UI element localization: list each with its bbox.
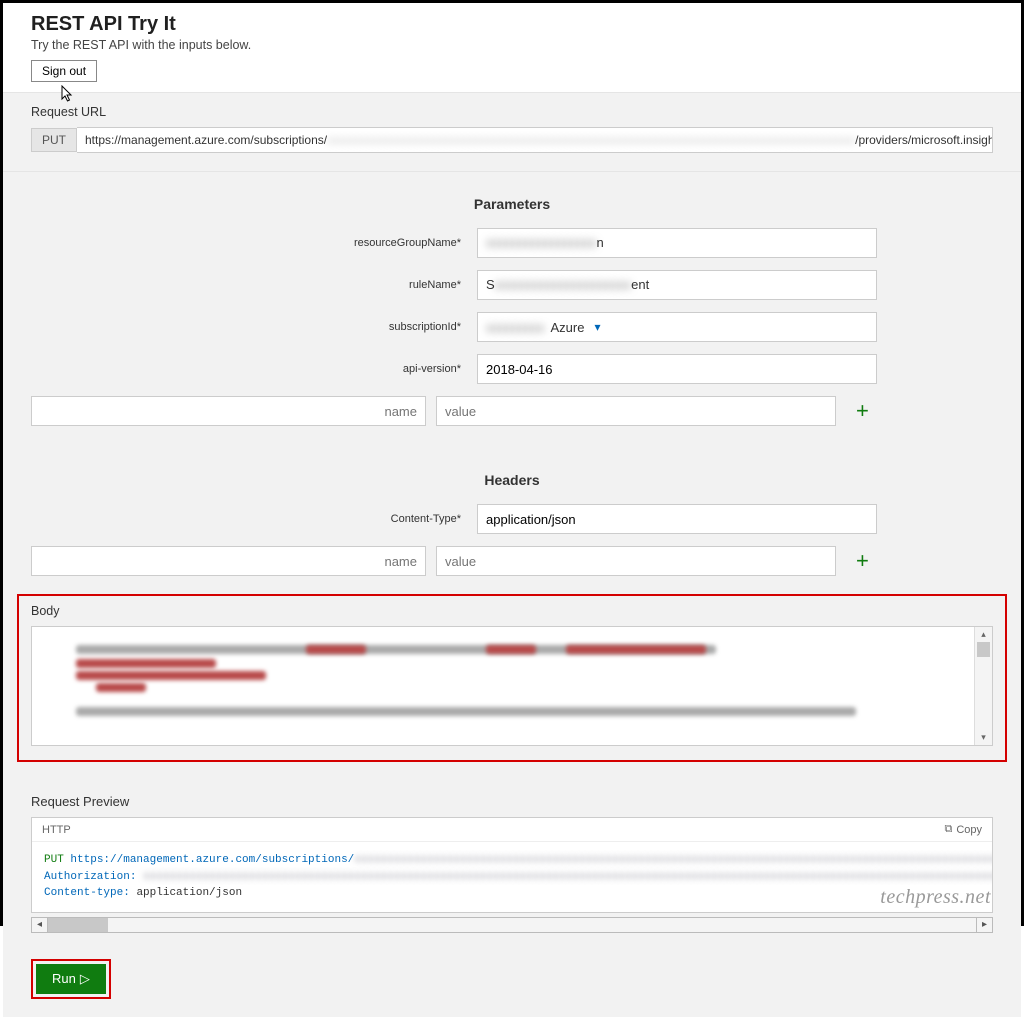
param-input-rulename[interactable]: Sxxxxxxxxxxxxxxxxxxxxxent xyxy=(477,270,877,300)
param-label: resourceGroupName* xyxy=(72,237,467,249)
header-add-value-input[interactable] xyxy=(436,546,836,576)
preview-horizontal-scrollbar[interactable]: ◂ ▸ xyxy=(31,917,993,933)
page-title: REST API Try It xyxy=(31,13,993,36)
page-header: REST API Try It Try the REST API with th… xyxy=(3,3,1021,93)
header-input-contenttype[interactable] xyxy=(477,504,877,534)
header-row-contenttype: Content-Type* xyxy=(72,504,952,534)
param-row-rulename: ruleName* Sxxxxxxxxxxxxxxxxxxxxxent xyxy=(72,270,952,300)
param-label: api-version* xyxy=(72,363,467,375)
param-select-subscriptionid[interactable]: xxxxxxxxxAzure ▾ xyxy=(477,312,877,342)
header-label: Content-Type* xyxy=(72,513,467,525)
run-section: Run ▷ xyxy=(3,945,1021,1017)
request-preview-heading: Request Preview xyxy=(31,794,993,809)
chevron-down-icon: ▾ xyxy=(594,320,600,334)
copy-icon: ⧉ xyxy=(944,823,952,836)
request-url-input[interactable]: https://management.azure.com/subscriptio… xyxy=(77,127,993,153)
request-preview-section: Request Preview HTTP ⧉ Copy PUT https://… xyxy=(3,776,1021,945)
watermark-text: techpress.net xyxy=(880,886,991,909)
param-row-apiversion: api-version* xyxy=(72,354,952,384)
body-highlight-box: Body ▴ ▾ xyxy=(17,594,1007,762)
headers-heading: Headers xyxy=(102,472,922,488)
param-add-value-input[interactable] xyxy=(436,396,836,426)
param-row-subscriptionid: subscriptionId* xxxxxxxxxAzure ▾ xyxy=(72,312,952,342)
body-heading: Body xyxy=(31,604,993,618)
sign-out-button[interactable]: Sign out xyxy=(31,60,97,82)
param-add-name-input[interactable] xyxy=(31,396,426,426)
request-url-section: Request URL PUT https://management.azure… xyxy=(3,93,1021,172)
preview-code: PUT https://management.azure.com/subscri… xyxy=(32,842,992,912)
add-header-button[interactable]: + xyxy=(856,548,869,574)
play-icon: ▷ xyxy=(80,971,90,987)
preview-tab-http[interactable]: HTTP xyxy=(42,824,71,836)
copy-button[interactable]: ⧉ Copy xyxy=(944,823,982,836)
headers-section: Headers Content-Type* + xyxy=(3,444,1021,594)
add-param-button[interactable]: + xyxy=(856,398,869,424)
param-input-apiversion[interactable] xyxy=(477,354,877,384)
parameters-heading: Parameters xyxy=(102,196,922,212)
mouse-cursor-icon xyxy=(61,85,75,106)
header-add-row: + xyxy=(31,546,993,576)
param-label: subscriptionId* xyxy=(72,321,467,333)
page-subtitle: Try the REST API with the inputs below. xyxy=(31,38,993,52)
run-button[interactable]: Run ▷ xyxy=(36,964,106,994)
body-section: Body ▴ ▾ xyxy=(3,594,1021,776)
body-textarea[interactable] xyxy=(32,627,974,745)
parameters-section: Parameters resourceGroupName* xxxxxxxxxx… xyxy=(3,172,1021,444)
param-add-row: + xyxy=(31,396,993,426)
body-vertical-scrollbar[interactable]: ▴ ▾ xyxy=(974,627,992,745)
request-preview-box: HTTP ⧉ Copy PUT https://management.azure… xyxy=(31,817,993,913)
header-add-name-input[interactable] xyxy=(31,546,426,576)
http-method-badge: PUT xyxy=(31,128,77,152)
param-row-resourcegroupname: resourceGroupName* xxxxxxxxxxxxxxxxxn xyxy=(72,228,952,258)
request-url-label: Request URL xyxy=(31,105,993,119)
param-label: ruleName* xyxy=(72,279,467,291)
run-highlight-box: Run ▷ xyxy=(31,959,111,999)
param-input-resourcegroupname[interactable]: xxxxxxxxxxxxxxxxxn xyxy=(477,228,877,258)
